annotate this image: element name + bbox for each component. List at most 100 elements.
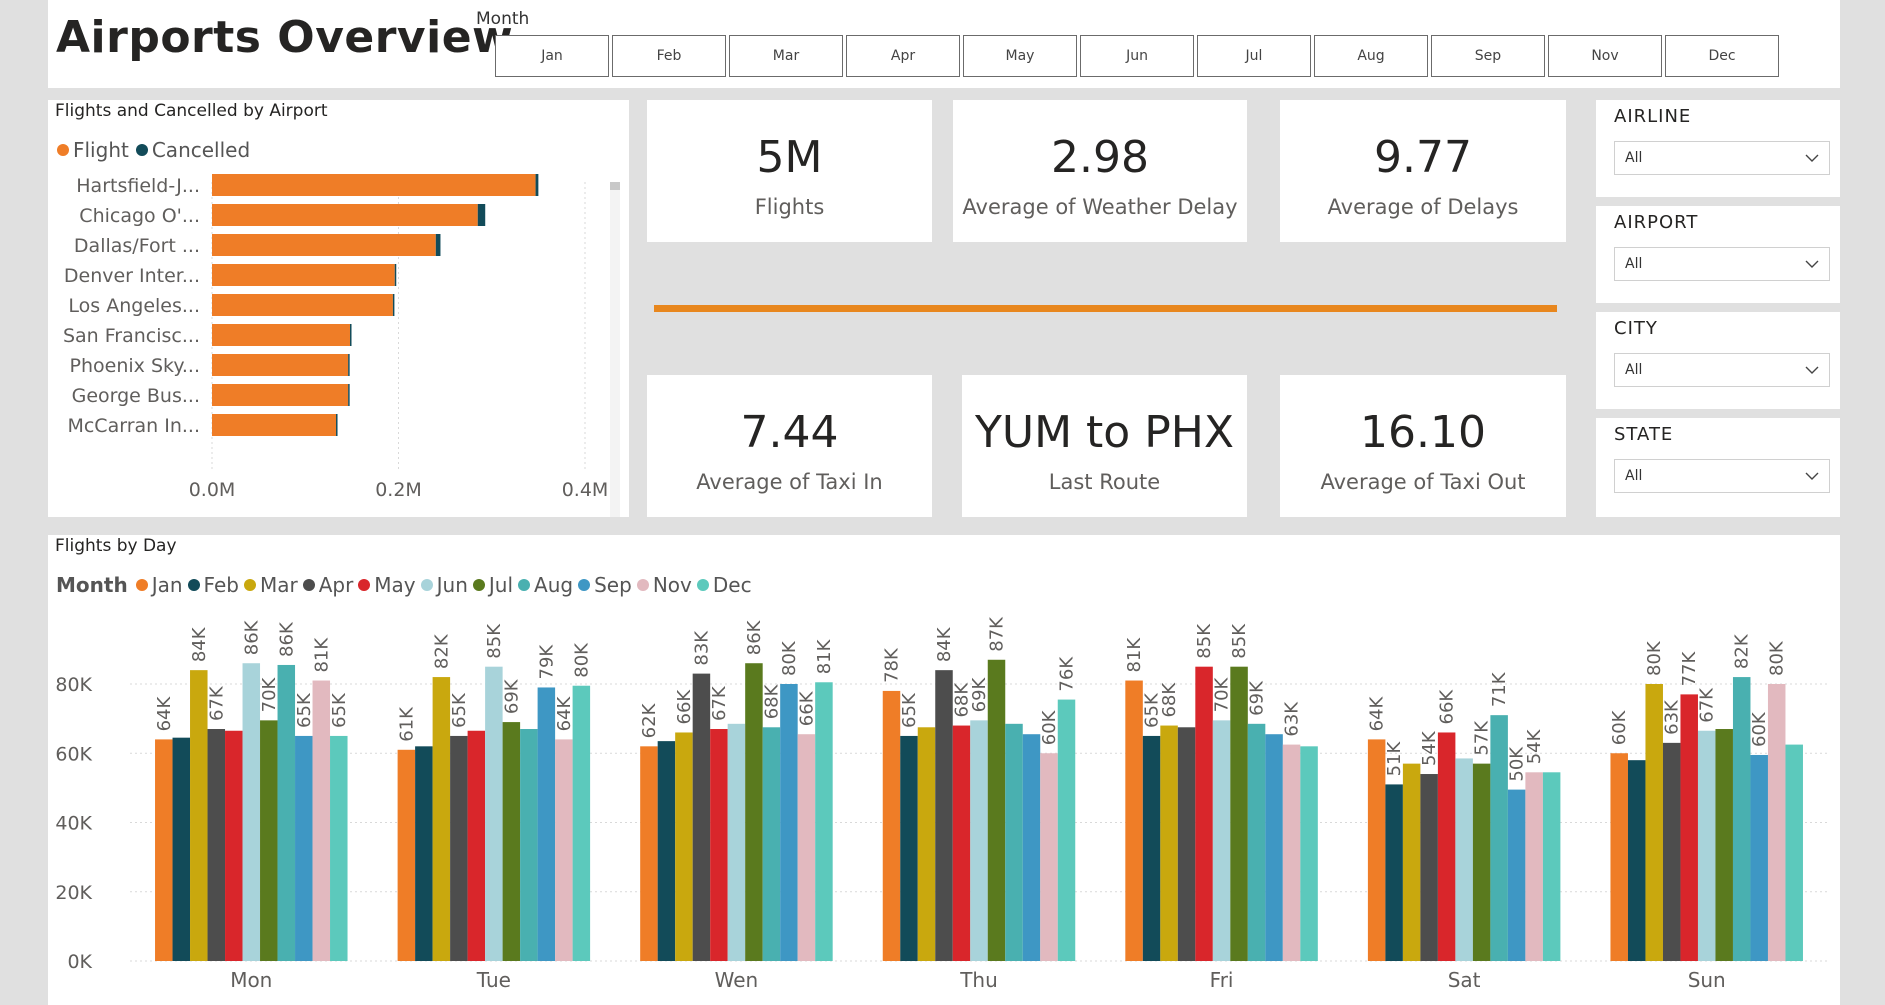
day-bar-nov[interactable]: [555, 739, 573, 961]
month-button-nov[interactable]: Nov: [1548, 35, 1662, 77]
day-bar-jun[interactable]: [1697, 730, 1716, 961]
airport-bar-flight[interactable]: [212, 204, 478, 226]
day-bar-mar[interactable]: [675, 732, 693, 961]
day-bar-apr[interactable]: [935, 670, 953, 961]
day-bar-jan[interactable]: [640, 746, 658, 961]
day-bar-apr[interactable]: [1662, 742, 1681, 961]
day-bar-nov[interactable]: [797, 734, 816, 961]
day-bar-dec[interactable]: [572, 685, 591, 961]
day-bar-nov[interactable]: [1282, 744, 1301, 961]
airport-bar-flight[interactable]: [212, 174, 536, 196]
day-bar-jun[interactable]: [485, 666, 503, 961]
day-bar-may[interactable]: [1195, 666, 1213, 961]
airport-bar-flight[interactable]: [212, 354, 349, 376]
month-button-may[interactable]: May: [963, 35, 1077, 77]
airport-bar-cancelled[interactable]: [350, 324, 352, 346]
day-bar-mar[interactable]: [1160, 725, 1178, 961]
chart-scrollbar-thumb[interactable]: [610, 182, 620, 190]
airport-bar-flight[interactable]: [212, 264, 395, 286]
day-bar-sep[interactable]: [1022, 734, 1041, 961]
day-bar-nov[interactable]: [1767, 684, 1786, 961]
day-bar-aug[interactable]: [277, 664, 296, 961]
day-bar-sep[interactable]: [1750, 754, 1768, 961]
airport-bar-cancelled[interactable]: [535, 174, 539, 196]
day-bar-jul[interactable]: [745, 663, 763, 961]
day-bar-dec[interactable]: [330, 735, 348, 961]
day-bar-jan[interactable]: [1610, 753, 1628, 961]
day-bar-may[interactable]: [225, 730, 243, 961]
day-bar-aug[interactable]: [1247, 723, 1266, 961]
day-bar-dec[interactable]: [1057, 699, 1076, 961]
day-bar-jan[interactable]: [397, 749, 416, 961]
state-dropdown[interactable]: All: [1614, 459, 1830, 493]
month-button-feb[interactable]: Feb: [612, 35, 726, 77]
day-bar-jan[interactable]: [155, 739, 173, 961]
airport-bar-cancelled[interactable]: [477, 204, 486, 226]
day-bar-feb[interactable]: [172, 737, 191, 961]
day-bar-dec[interactable]: [815, 682, 833, 961]
month-button-mar[interactable]: Mar: [729, 35, 843, 77]
day-bar-feb[interactable]: [900, 735, 918, 961]
day-bar-may[interactable]: [710, 729, 728, 961]
airport-bar-flight[interactable]: [212, 324, 351, 346]
day-bar-feb[interactable]: [1142, 735, 1161, 961]
month-button-jun[interactable]: Jun: [1080, 35, 1194, 77]
day-bar-dec[interactable]: [1300, 746, 1318, 961]
airport-bar-cancelled[interactable]: [392, 294, 395, 316]
day-bar-mar[interactable]: [1402, 763, 1421, 961]
day-bar-may[interactable]: [1680, 694, 1698, 961]
airport-bar-cancelled[interactable]: [336, 414, 338, 436]
day-bar-jul[interactable]: [260, 720, 278, 961]
day-bar-nov[interactable]: [1525, 772, 1543, 961]
airport-bar-cancelled[interactable]: [435, 234, 441, 256]
day-bar-jan[interactable]: [882, 690, 901, 961]
day-bar-jun[interactable]: [970, 720, 988, 961]
airport-dropdown[interactable]: All: [1614, 247, 1830, 281]
month-button-jul[interactable]: Jul: [1197, 35, 1311, 77]
day-bar-aug[interactable]: [1005, 723, 1023, 961]
month-button-apr[interactable]: Apr: [846, 35, 960, 77]
day-bar-mar[interactable]: [190, 670, 208, 961]
day-bar-aug[interactable]: [1490, 715, 1508, 961]
day-bar-sep[interactable]: [537, 687, 556, 961]
day-bar-sep[interactable]: [1265, 734, 1283, 961]
day-bar-sep[interactable]: [780, 684, 798, 961]
day-bar-feb[interactable]: [1627, 760, 1646, 961]
day-bar-jun[interactable]: [1455, 758, 1473, 961]
day-bar-mar[interactable]: [917, 727, 936, 961]
day-bar-apr[interactable]: [450, 735, 468, 961]
day-bar-aug[interactable]: [520, 729, 538, 961]
day-bar-apr[interactable]: [1420, 774, 1438, 961]
day-bar-mar[interactable]: [432, 677, 451, 961]
day-bar-dec[interactable]: [1542, 772, 1561, 961]
month-button-jan[interactable]: Jan: [495, 35, 609, 77]
day-bar-mar[interactable]: [1645, 684, 1663, 961]
airport-bar-flight[interactable]: [212, 294, 393, 316]
day-bar-jan[interactable]: [1125, 680, 1143, 961]
day-bar-jul[interactable]: [1230, 666, 1248, 961]
city-dropdown[interactable]: All: [1614, 353, 1830, 387]
month-button-dec[interactable]: Dec: [1665, 35, 1779, 77]
day-bar-feb[interactable]: [415, 746, 433, 961]
day-bar-jan[interactable]: [1367, 739, 1386, 961]
airport-bar-cancelled[interactable]: [348, 354, 350, 376]
day-bar-aug[interactable]: [1732, 677, 1751, 961]
day-bar-may[interactable]: [952, 725, 971, 961]
day-bar-feb[interactable]: [657, 741, 676, 961]
day-bar-may[interactable]: [1437, 732, 1456, 961]
day-bar-jun[interactable]: [727, 723, 746, 961]
day-bar-may[interactable]: [467, 730, 486, 961]
day-bar-jul[interactable]: [1715, 729, 1733, 961]
airport-bar-flight[interactable]: [212, 384, 349, 406]
month-button-sep[interactable]: Sep: [1431, 35, 1545, 77]
day-bar-jul[interactable]: [502, 722, 521, 961]
day-bar-dec[interactable]: [1785, 744, 1803, 961]
airport-bar-cancelled[interactable]: [348, 384, 350, 406]
airline-dropdown[interactable]: All: [1614, 141, 1830, 175]
day-bar-jul[interactable]: [987, 659, 1006, 961]
day-bar-jun[interactable]: [242, 663, 261, 961]
day-bar-jul[interactable]: [1472, 763, 1491, 961]
day-bar-apr[interactable]: [207, 729, 226, 961]
day-bar-sep[interactable]: [1507, 789, 1526, 961]
airport-bar-flight[interactable]: [212, 234, 436, 256]
